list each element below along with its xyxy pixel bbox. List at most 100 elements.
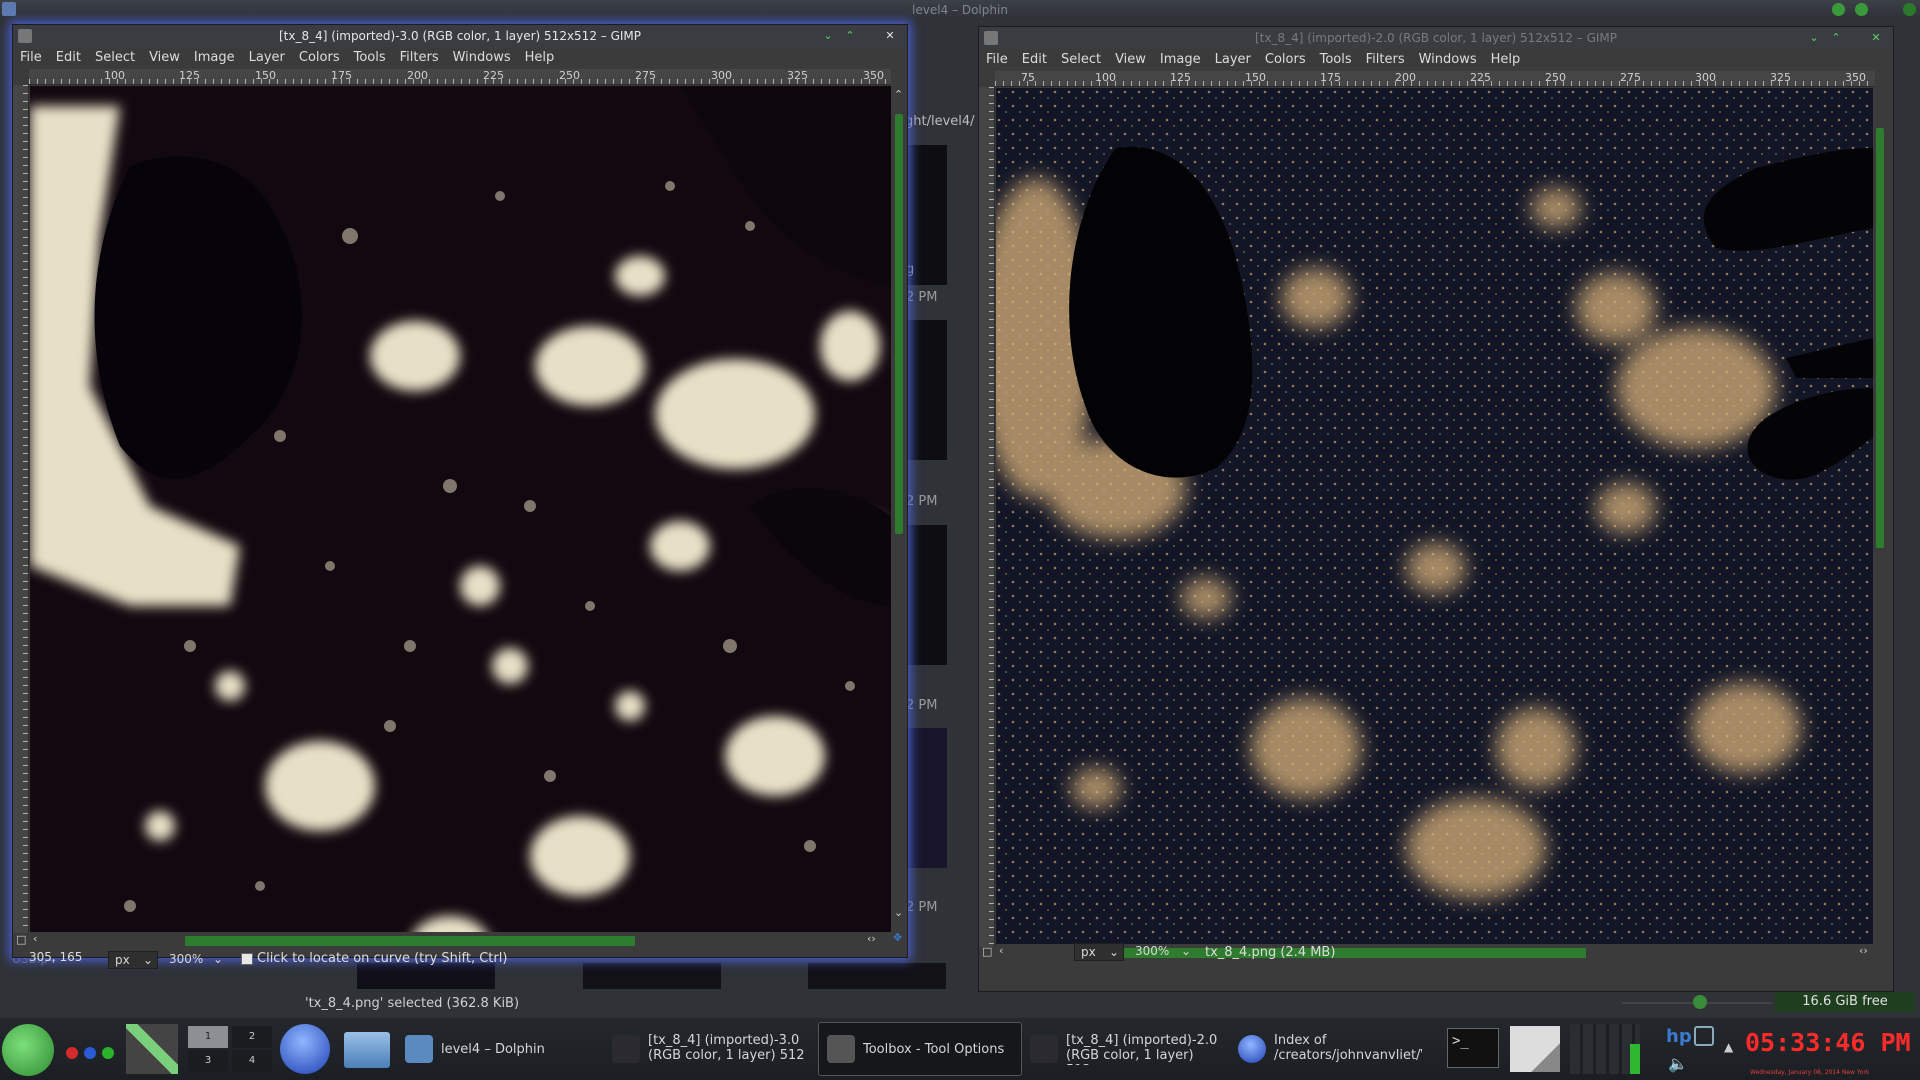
file-thumbnail[interactable]: [808, 963, 946, 989]
menu-select[interactable]: Select: [88, 47, 142, 69]
unit-select-value: px: [1081, 945, 1096, 959]
ruler-tick-label: 125: [1170, 71, 1191, 84]
task-dolphin[interactable]: level4 – Dolphin: [405, 1022, 600, 1076]
menu-tools[interactable]: Tools: [1313, 49, 1359, 71]
menu-view[interactable]: View: [142, 47, 187, 69]
unit-select[interactable]: px ⌄: [108, 951, 158, 969]
workspace-1[interactable]: 1: [188, 1026, 228, 1048]
dot-green-icon[interactable]: [102, 1047, 114, 1059]
minimize-icon[interactable]: [1832, 3, 1845, 16]
file-thumbnail[interactable]: [357, 963, 495, 989]
file-manager-icon[interactable]: [344, 1032, 390, 1068]
menu-colors[interactable]: Colors: [1258, 49, 1313, 71]
vertical-scrollbar-thumb[interactable]: [1876, 128, 1884, 548]
window-titlebar[interactable]: [tx_8_4] (imported)-3.0 (RGB color, 1 la…: [13, 25, 907, 47]
menu-edit[interactable]: Edit: [1015, 49, 1054, 71]
pipette-icon[interactable]: [126, 1024, 178, 1074]
dolphin-app-icon: [2, 2, 16, 16]
image-canvas[interactable]: [996, 88, 1873, 944]
vertical-scrollbar-thumb[interactable]: [895, 114, 903, 534]
menu-layer[interactable]: Layer: [1208, 49, 1258, 71]
menu-bar: File Edit Select View Image Layer Colors Tools F…: [979, 49, 1893, 71]
task-gimp-right[interactable]: [tx_8_4] (imported)-2.0 (RGB color, 1 la…: [1030, 1022, 1225, 1076]
image-canvas[interactable]: [30, 86, 891, 932]
file-thumbnail[interactable]: [905, 320, 947, 460]
clock-time[interactable]: 05:33:46 PM: [1745, 1028, 1911, 1057]
file-thumbnail[interactable]: [905, 728, 947, 868]
browser-icon[interactable]: [280, 1024, 330, 1074]
maximize-icon[interactable]: ⌃: [1829, 31, 1843, 45]
horizontal-ruler[interactable]: 75 100 125 150 175 200 225 250 275 300 3…: [995, 71, 1875, 87]
gimp-image-icon: [612, 1035, 640, 1063]
vertical-ruler[interactable]: [13, 85, 29, 933]
menu-layer[interactable]: Layer: [242, 47, 292, 69]
vertical-ruler[interactable]: [979, 87, 995, 947]
maximize-icon[interactable]: [1855, 3, 1868, 16]
zoom-slider-handle[interactable]: [1693, 995, 1707, 1009]
location-path[interactable]: ght/level4/: [905, 114, 975, 129]
zoom-select[interactable]: 300% ⌄: [163, 951, 223, 969]
menu-view[interactable]: View: [1108, 49, 1153, 71]
menu-help[interactable]: Help: [518, 47, 562, 69]
scroll-up-icon[interactable]: ⌃: [894, 88, 903, 101]
volume-icon[interactable]: 🔈: [1668, 1054, 1688, 1073]
tray-expand-icon[interactable]: ▲: [1724, 1040, 1733, 1054]
quick-mask-icon[interactable]: □: [982, 945, 992, 958]
close-icon[interactable]: ✕: [1869, 31, 1883, 45]
zoom-select[interactable]: 300% ⌄: [1129, 943, 1191, 961]
menu-help[interactable]: Help: [1484, 49, 1528, 71]
menu-edit[interactable]: Edit: [49, 47, 88, 69]
dot-red-icon[interactable]: [66, 1047, 78, 1059]
menu-image[interactable]: Image: [187, 47, 242, 69]
network-icon[interactable]: [1694, 1026, 1714, 1046]
task-gimp-left[interactable]: [tx_8_4] (imported)-3.0 (RGB color, 1 la…: [612, 1022, 810, 1076]
status-bar-text: 'tx_8_4.png' selected (362.8 KiB): [305, 996, 520, 1011]
workspace-3[interactable]: 3: [188, 1050, 228, 1072]
maximize-icon[interactable]: ⌃: [843, 29, 857, 43]
file-thumbnail[interactable]: [905, 525, 947, 665]
night-lights-image-grayscale: [30, 86, 891, 932]
file-thumbnail[interactable]: [583, 963, 721, 989]
text-editor-icon[interactable]: [1510, 1026, 1560, 1072]
zoom-select-value: 300%: [169, 952, 204, 966]
browser-icon: [1238, 1035, 1266, 1063]
menu-windows[interactable]: Windows: [1412, 49, 1484, 71]
scroll-left-right-icon[interactable]: ‹›: [1859, 944, 1868, 957]
minimize-icon[interactable]: ⌄: [1807, 31, 1821, 45]
close-icon[interactable]: [1903, 3, 1916, 16]
minimize-icon[interactable]: ⌄: [821, 29, 835, 43]
dot-blue-icon[interactable]: [84, 1047, 96, 1059]
task-browser[interactable]: Index of /creators/johnvanvliet/V: [1238, 1022, 1428, 1076]
menu-colors[interactable]: Colors: [292, 47, 347, 69]
menu-filters[interactable]: Filters: [1359, 49, 1412, 71]
workspace-pager[interactable]: 1 2 3 4: [188, 1026, 272, 1072]
workspace-2[interactable]: 2: [232, 1026, 272, 1048]
horizontal-ruler[interactable]: 100 125 150 175 200 225 250 275 300 325 …: [29, 69, 891, 85]
task-label: Toolbox - Tool Options: [863, 1041, 1005, 1057]
vertical-scrollbar[interactable]: [1874, 88, 1886, 944]
scroll-down-icon[interactable]: ⌄: [894, 906, 903, 919]
menu-windows[interactable]: Windows: [446, 47, 518, 69]
menu-select[interactable]: Select: [1054, 49, 1108, 71]
chevron-down-icon: ⌄: [1180, 944, 1191, 958]
checkbox-icon[interactable]: [241, 953, 253, 965]
hp-printer-icon[interactable]: hp: [1666, 1026, 1692, 1048]
vertical-scrollbar[interactable]: ⌃ ⌄: [893, 86, 905, 932]
ruler-tick-label: 100: [104, 69, 125, 82]
menu-image[interactable]: Image: [1153, 49, 1208, 71]
scroll-left-icon[interactable]: ‹: [999, 944, 1003, 957]
window-titlebar[interactable]: [tx_8_4] (imported)-2.0 (RGB color, 1 la…: [979, 27, 1893, 49]
menu-filters[interactable]: Filters: [393, 47, 446, 69]
horizontal-scrollbar[interactable]: [996, 946, 1873, 958]
unit-select[interactable]: px ⌄: [1074, 943, 1124, 961]
menu-tools[interactable]: Tools: [347, 47, 393, 69]
workspace-4[interactable]: 4: [232, 1050, 272, 1072]
kde-menu-icon[interactable]: [2, 1024, 54, 1076]
dolphin-titlebar[interactable]: level4 – Dolphin: [0, 0, 1920, 20]
task-toolbox[interactable]: Toolbox - Tool Options: [818, 1022, 1022, 1076]
menu-file[interactable]: File: [13, 47, 49, 69]
dolphin-title: level4 – Dolphin: [912, 3, 1008, 17]
terminal-icon[interactable]: >_: [1447, 1028, 1499, 1068]
close-icon[interactable]: ✕: [883, 29, 897, 43]
menu-file[interactable]: File: [979, 49, 1015, 71]
